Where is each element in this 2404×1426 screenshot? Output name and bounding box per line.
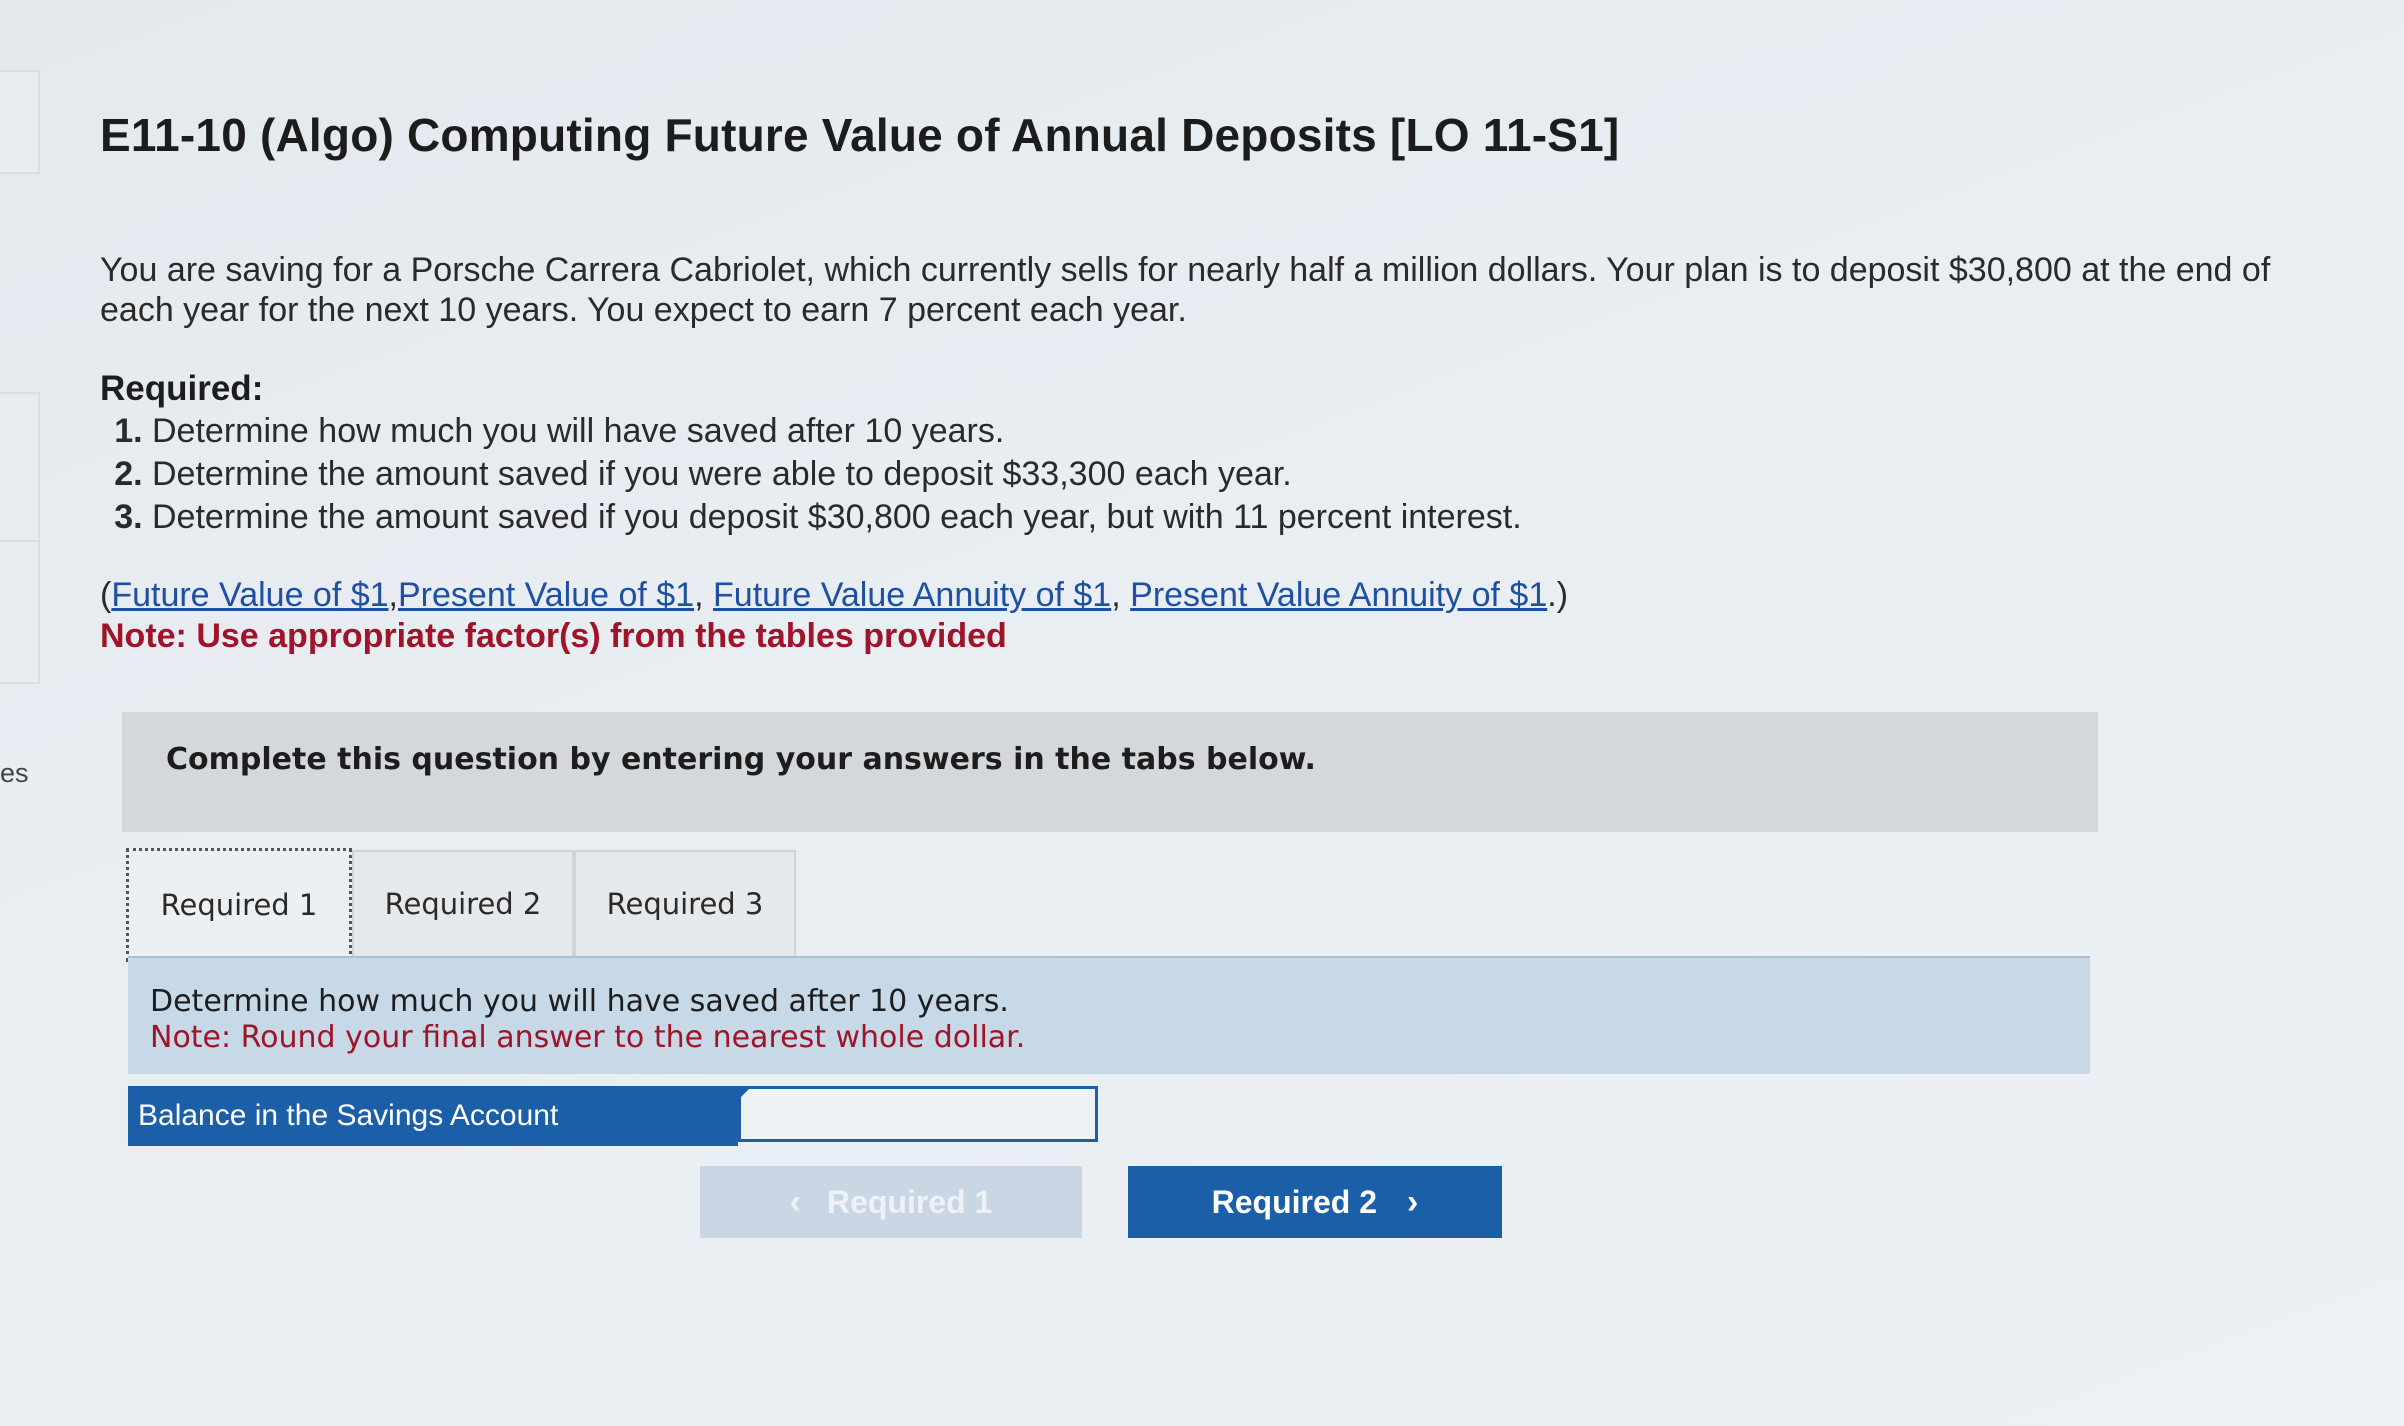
instruction-text: Complete this question by entering your … — [166, 742, 1316, 777]
links-sep-2: , — [694, 576, 714, 614]
tab-required-1[interactable]: Required 1 — [126, 848, 352, 962]
question-panel: Determine how much you will have saved a… — [128, 956, 2090, 1074]
answer-label: Balance in the Savings Account — [128, 1086, 738, 1146]
chevron-left-icon: ‹ — [789, 1182, 801, 1221]
next-required-button[interactable]: Required 2 › — [1128, 1166, 1502, 1238]
problem-content: E11-10 (Algo) Computing Future Value of … — [100, 108, 2320, 657]
requirement-item-1: Determine how much you will have saved a… — [152, 410, 2320, 453]
panel-question: Determine how much you will have saved a… — [150, 984, 1009, 1019]
link-present-value-of-1[interactable]: Present Value of $1 — [398, 576, 694, 614]
link-future-value-annuity-of-1[interactable]: Future Value Annuity of $1 — [713, 576, 1111, 614]
requirements-list: Determine how much you will have saved a… — [100, 410, 2320, 539]
links-sep-3: , — [1111, 576, 1131, 614]
previous-required-button[interactable]: ‹ Required 1 — [700, 1166, 1082, 1238]
panel-rounding-note: Note: Round your final answer to the nea… — [150, 1020, 1026, 1055]
tab-required-2[interactable]: Required 2 — [352, 850, 574, 958]
left-edge-panel-middle — [0, 392, 40, 544]
link-present-value-annuity-of-1[interactable]: Present Value Annuity of $1 — [1130, 576, 1547, 614]
chevron-right-icon: › — [1407, 1182, 1419, 1221]
requirement-item-2: Determine the amount saved if you were a… — [152, 453, 2320, 496]
sidebar-fragment-label: es — [0, 758, 29, 788]
tab-required-3-label: Required 3 — [606, 887, 764, 921]
page-title: E11-10 (Algo) Computing Future Value of … — [100, 109, 1620, 161]
problem-intro: You are saving for a Porsche Carrera Cab… — [100, 251, 2271, 329]
links-open-paren: ( — [100, 576, 112, 614]
previous-button-label: Required 1 — [826, 1183, 993, 1220]
savings-balance-input[interactable] — [738, 1086, 1098, 1142]
link-future-value-of-1[interactable]: Future Value of $1 — [111, 576, 388, 614]
links-sep-1: , — [388, 576, 398, 614]
answer-row: Balance in the Savings Account — [128, 1086, 1100, 1146]
input-corner-flag-icon — [740, 1088, 750, 1098]
left-edge-panel-lower — [0, 540, 40, 684]
reference-links: (Future Value of $1,Present Value of $1,… — [100, 575, 2320, 615]
left-edge-panel-top — [0, 70, 40, 174]
requirement-item-3: Determine the amount saved if you deposi… — [152, 496, 2320, 539]
next-button-label: Required 2 — [1211, 1183, 1378, 1220]
factor-note: Note: Use appropriate factor(s) from the… — [100, 617, 1007, 655]
tab-required-2-label: Required 2 — [384, 887, 542, 921]
links-close-paren: .) — [1547, 576, 1569, 614]
tab-required-1-label: Required 1 — [160, 888, 318, 922]
tab-required-3[interactable]: Required 3 — [574, 850, 796, 958]
required-heading: Required: — [100, 369, 264, 408]
instruction-banner: Complete this question by entering your … — [122, 712, 2098, 832]
